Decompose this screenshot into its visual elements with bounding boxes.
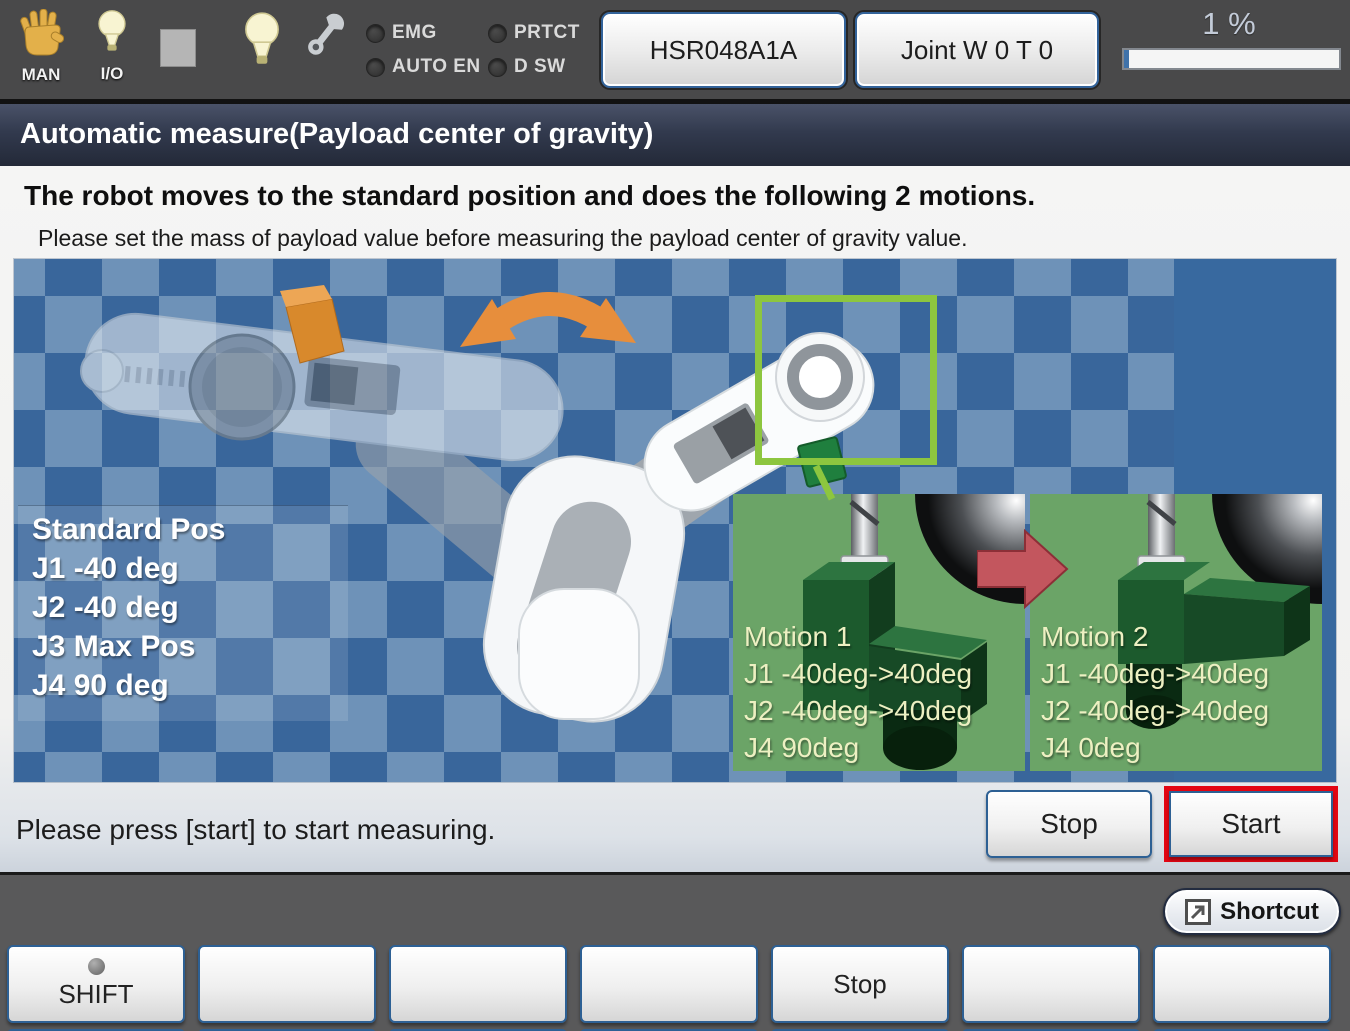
led-auto-en: AUTO EN — [366, 56, 488, 78]
main-content: The robot moves to the standard position… — [0, 166, 1350, 872]
start-button-highlight: Start — [1164, 786, 1338, 862]
status-led-grid: EMG PRTCT AUTO EN D SW — [366, 22, 600, 78]
shortcut-button[interactable]: Shortcut — [1163, 888, 1341, 935]
square-indicator-button[interactable] — [160, 29, 196, 67]
standard-pos-title: Standard Pos — [32, 513, 226, 546]
standard-pos-line: J4 90 deg — [32, 669, 169, 702]
maintenance-button[interactable] — [304, 6, 348, 67]
status-message: Please press [start] to start measuring. — [16, 814, 496, 845]
fkey-stop-label: Stop — [833, 968, 887, 999]
motion2-line: J1 -40deg->40deg — [1041, 658, 1270, 689]
start-button[interactable]: Start — [1169, 791, 1333, 857]
instruction-heading: The robot moves to the standard position… — [24, 180, 1036, 211]
motion-sequence-arrow-icon — [977, 529, 1069, 609]
motion1-line: J4 90deg — [744, 732, 860, 763]
manual-mode-label: MAN — [21, 65, 61, 84]
bulb-icon — [240, 10, 284, 73]
fkey-shift-label: SHIFT — [58, 979, 134, 1009]
led-d-sw: D SW — [488, 56, 600, 78]
motion1-line: J1 -40deg->40deg — [744, 658, 973, 689]
fkey-4[interactable] — [580, 945, 758, 1023]
motion-illustration: Standard Pos J1 -40 deg J2 -40 deg J3 Ma… — [14, 259, 1336, 782]
coord-mode-button[interactable]: Joint W 0 T 0 — [855, 12, 1099, 88]
prtct-led-icon — [488, 23, 507, 43]
shift-dot-icon — [87, 958, 105, 975]
lamp-button[interactable] — [240, 10, 284, 73]
end-effector-highlight-box — [755, 295, 937, 465]
motion2-line: J4 0deg — [1041, 732, 1141, 763]
standard-pos-overlay: Standard Pos J1 -40 deg J2 -40 deg J3 Ma… — [18, 505, 348, 721]
fkey-6[interactable] — [962, 945, 1140, 1023]
io-label: I/O — [100, 64, 124, 83]
fkey-3[interactable] — [389, 945, 567, 1023]
motion1-line: J2 -40deg->40deg — [744, 695, 973, 726]
motion1-text: Motion 1 J1 -40deg->40deg J2 -40deg->40d… — [744, 618, 972, 766]
motion2-title: Motion 2 — [1041, 621, 1149, 652]
shortcut-label: Shortcut — [1220, 897, 1319, 925]
robot-model-button[interactable]: HSR048A1A — [601, 12, 846, 88]
fkey-row: SHIFT Stop — [7, 945, 1331, 1023]
stop-button[interactable]: Stop — [986, 790, 1152, 858]
override-percent-label: 1 % — [1202, 6, 1256, 41]
led-emg: EMG — [366, 22, 488, 44]
standard-pos-line: J3 Max Pos — [32, 630, 196, 663]
speed-override: 1 % — [1112, 6, 1346, 70]
fkey-stop[interactable]: Stop — [771, 945, 949, 1023]
override-progress-bar — [1122, 48, 1341, 70]
standard-pos-line: J1 -40 deg — [32, 552, 179, 585]
instruction-subheading: Please set the mass of payload value bef… — [38, 225, 968, 251]
d-sw-led-icon — [488, 57, 507, 77]
led-prtct: PRTCT — [488, 22, 600, 44]
fkey-shift[interactable]: SHIFT — [7, 945, 185, 1023]
teach-pendant-screen: MAN I/O EMG PRTCT AUTO EN D SW HSR048A1A… — [0, 0, 1350, 1031]
override-progress-fill — [1124, 50, 1129, 68]
fkey-7[interactable] — [1153, 945, 1331, 1023]
hand-icon — [18, 8, 65, 64]
io-monitor-button[interactable]: I/O — [92, 8, 132, 84]
top-toolbar: MAN I/O EMG PRTCT AUTO EN D SW HSR048A1A… — [0, 0, 1350, 104]
square-icon — [160, 29, 196, 67]
motion2-text: Motion 2 J1 -40deg->40deg J2 -40deg->40d… — [1041, 618, 1269, 766]
auto-en-led-icon — [366, 57, 385, 77]
motion1-title: Motion 1 — [744, 621, 852, 652]
standard-pos-line: J2 -40 deg — [32, 591, 179, 624]
io-bulb-icon — [92, 8, 132, 63]
motion2-panel: Motion 2 J1 -40deg->40deg J2 -40deg->40d… — [1030, 494, 1322, 771]
shortcut-icon — [1185, 898, 1212, 925]
fkey-2[interactable] — [198, 945, 376, 1023]
emg-led-icon — [366, 23, 385, 43]
manual-mode-button[interactable]: MAN — [18, 8, 65, 85]
wrench-icon — [304, 6, 348, 67]
motion2-line: J2 -40deg->40deg — [1041, 695, 1270, 726]
function-key-bar: Shortcut SHIFT Stop — [0, 872, 1350, 1031]
page-title: Automatic measure(Payload center of grav… — [0, 104, 1350, 166]
